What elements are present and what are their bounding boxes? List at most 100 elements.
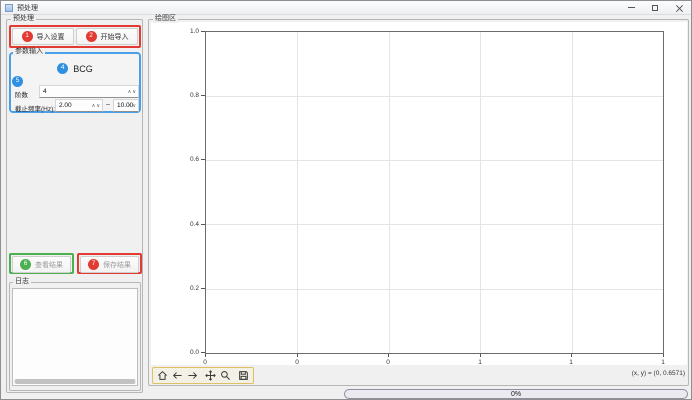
view-results-annotation-frame: 6 查看结果 [9,253,74,274]
spin-up-icon[interactable] [128,89,132,95]
gridline [206,160,663,161]
y-tick-label: 0.6 [177,156,199,163]
save-results-label: 保存结果 [103,260,131,270]
save-results-button[interactable]: 7 保存结果 [80,256,139,273]
forward-button[interactable] [186,369,199,383]
view-results-button[interactable]: 6 查看结果 [12,256,71,273]
x-tick-label: 1 [561,359,581,366]
order-spinbox[interactable]: 4 [39,85,139,98]
app-window: 预处理 预处理 1 导入设置 2 开始导入 4 BCG 5 阶数 4 [0,0,692,400]
log-textarea[interactable] [12,288,138,386]
progress-text: 0% [511,391,521,398]
param-group-title: 参数输入 [13,48,45,56]
back-button[interactable] [171,369,184,383]
start-import-button[interactable]: 2 开始导入 [76,28,138,45]
x-tickmark [297,354,298,357]
spin-up-icon[interactable] [92,103,96,109]
save-figure-button[interactable] [237,369,250,383]
save-icon [238,370,249,381]
order-value: 4 [43,88,47,95]
start-import-label: 开始导入 [101,32,129,42]
step-4-badge: 4 [57,63,68,74]
spin-down-icon[interactable] [96,103,100,109]
range-separator: ~ [106,102,110,109]
spin-down-icon[interactable] [132,89,136,95]
log-group-title: 日志 [13,278,31,286]
import-annotation-frame: 1 导入设置 2 开始导入 [9,25,141,48]
gridline [206,289,663,290]
gridline [206,224,663,225]
y-tick-label: 0.8 [177,92,199,99]
y-tickmark [201,95,205,96]
scrollbar-handle[interactable] [15,379,135,384]
x-tickmark [388,354,389,357]
y-tickmark [201,224,205,225]
cutoff-low-value: 2.00 [59,102,72,109]
import-settings-label: 导入设置 [37,32,65,42]
window-title: 预处理 [17,3,38,13]
pan-button[interactable] [204,369,217,383]
step-7-badge: 7 [88,259,99,270]
order-spin-arrows [128,89,138,95]
close-button[interactable] [667,1,691,14]
x-tick-label: 1 [470,359,490,366]
cutoff-label: 截止频率(Hz): [15,103,55,113]
title-bar: 预处理 [1,1,691,15]
x-tickmark [663,354,664,357]
step-2-badge: 2 [86,31,97,42]
y-tick-label: 0.0 [177,349,199,356]
app-icon [5,4,13,12]
home-icon [157,370,168,381]
x-tick-label: 0 [287,359,307,366]
back-arrow-icon [172,370,183,381]
maximize-button[interactable] [643,1,667,14]
zoom-button[interactable] [219,369,232,383]
step-6-badge: 6 [20,259,31,270]
step-5-badge: 5 [12,76,23,87]
zoom-rect-icon [220,370,231,381]
y-tickmark [201,352,205,353]
plot-axes[interactable] [205,31,664,354]
forward-arrow-icon [187,370,198,381]
plot-group-title: 绘图区 [153,15,178,23]
home-button[interactable] [156,369,169,383]
y-tickmark [201,31,205,32]
gridline [389,32,390,353]
y-tickmark [201,288,205,289]
pan-icon [205,370,216,381]
gridline [572,32,573,353]
save-results-annotation-frame: 7 保存结果 [77,253,142,274]
cutoff-low-spinbox[interactable]: 2.00 [55,99,103,112]
signal-type-label: BCG [73,64,93,74]
gridline [480,32,481,353]
close-icon [676,4,683,11]
view-results-label: 查看结果 [35,260,63,270]
step-1-badge: 1 [22,31,33,42]
import-settings-button[interactable]: 1 导入设置 [12,28,74,45]
y-tickmark [201,159,205,160]
order-label: 阶数 [15,89,28,99]
cutoff-low-spin-arrows [92,103,102,109]
y-tick-label: 1.0 [177,28,199,35]
x-tick-label: 1 [653,359,673,366]
log-horizontal-scrollbar[interactable] [14,379,136,384]
progress-bar: 0% [344,389,688,399]
y-tick-label: 0.2 [177,285,199,292]
y-tick-label: 0.4 [177,221,199,228]
cutoff-high-spin-arrows [128,103,138,109]
gridline [206,96,663,97]
minimize-button[interactable] [619,1,643,14]
preprocess-group-title: 预处理 [11,15,36,23]
plot-figure: 0 0 0 1 1 1 1.0 0.8 0.6 0.4 0.2 0.0 [151,22,687,365]
maximize-icon [652,5,658,11]
gridline [297,32,298,353]
spin-up-icon[interactable] [128,103,132,109]
minimize-icon [628,7,635,8]
window-controls [619,1,691,14]
spin-down-icon[interactable] [132,103,136,109]
cursor-coords-readout: (x, y) = (0, 0.6571) [632,370,685,377]
x-tickmark [480,354,481,357]
param-input-groupbox: 4 BCG 5 阶数 4 截止频率(Hz): 2.00 ~ 10.00 [9,52,141,113]
x-tick-label: 0 [195,359,215,366]
x-tickmark [571,354,572,357]
